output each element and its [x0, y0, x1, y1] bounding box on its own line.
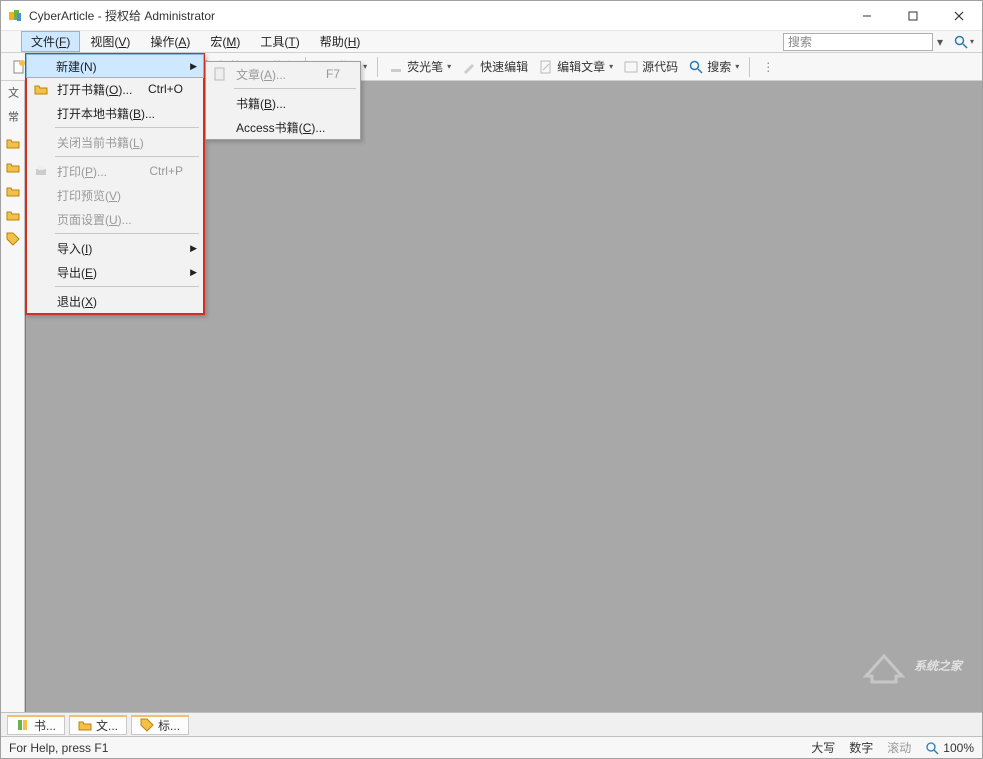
- close-button[interactable]: [936, 1, 982, 31]
- menu-separator: [55, 286, 199, 287]
- sidebar-folder-icon[interactable]: [5, 207, 21, 223]
- new-submenu: 文章(A)...F7 书籍(B)... Access书籍(C)...: [205, 61, 361, 140]
- zoom-icon: [925, 741, 939, 755]
- menu-open-local-book[interactable]: 打开本地书籍(B)...: [27, 101, 203, 125]
- status-scroll: 滚动: [887, 739, 911, 756]
- menu-separator: [55, 233, 199, 234]
- statusbar: For Help, press F1 大写 数字 滚动 100%: [1, 736, 982, 758]
- window-title: CyberArticle - 授权给 Administrator: [29, 7, 844, 24]
- separator: [377, 57, 378, 77]
- submenu-arrow-icon: ▶: [190, 61, 197, 72]
- menu-separator: [55, 156, 199, 157]
- menubar: 文件(F) 视图(V) 操作(A) 宏(M) 工具(T) 帮助(H) 搜索 ▾ …: [1, 31, 982, 53]
- magnifier-icon[interactable]: [953, 34, 969, 50]
- sidebar-tag-icon[interactable]: [5, 231, 21, 247]
- menu-page-setup: 页面设置(U)...: [27, 207, 203, 231]
- file-dropdown: 新建(N)▶ 打开书籍(O)...Ctrl+O 打开本地书籍(B)... 关闭当…: [25, 53, 205, 315]
- bottom-tab-books[interactable]: 书...: [7, 715, 65, 735]
- toolbar-editarticle-button[interactable]: 编辑文章▾: [534, 56, 617, 78]
- magnifier-dropdown-icon[interactable]: ▾: [970, 37, 974, 46]
- left-sidebar: 文 常: [1, 81, 25, 712]
- submenu-book[interactable]: 书籍(B)...: [206, 91, 360, 115]
- menu-export[interactable]: 导出(E)▶: [27, 260, 203, 284]
- open-icon: [33, 81, 49, 97]
- bottom-tabs: 书... 文... 标...: [1, 712, 982, 736]
- sidebar-folder-icon[interactable]: [5, 183, 21, 199]
- menu-tools[interactable]: 工具(T): [250, 31, 309, 52]
- status-caps: 大写: [811, 739, 835, 756]
- toolbar-highlighter-button[interactable]: 荧光笔▾: [384, 56, 455, 78]
- menu-separator: [234, 88, 356, 89]
- menu-action[interactable]: 操作(A): [140, 31, 200, 52]
- menu-open-book[interactable]: 打开书籍(O)...Ctrl+O: [27, 77, 203, 101]
- separator: [749, 57, 750, 77]
- menu-separator: [55, 127, 199, 128]
- menu-macro[interactable]: 宏(M): [200, 31, 250, 52]
- toolbar-overflow-icon[interactable]: ⋮: [756, 56, 780, 78]
- bottom-tab-docs[interactable]: 文...: [69, 715, 127, 735]
- submenu-access-book[interactable]: Access书籍(C)...: [206, 115, 360, 139]
- menubar-search-input[interactable]: 搜索: [783, 33, 933, 51]
- status-help-text: For Help, press F1: [9, 741, 797, 755]
- menu-exit[interactable]: 退出(X): [27, 289, 203, 313]
- menu-import[interactable]: 导入(I)▶: [27, 236, 203, 260]
- app-window: CyberArticle - 授权给 Administrator 文件(F) 视…: [0, 0, 983, 759]
- sidebar-label-icon[interactable]: 常: [5, 111, 21, 127]
- sidebar-folder-icon[interactable]: [5, 159, 21, 175]
- print-icon: [33, 163, 49, 179]
- menu-new[interactable]: 新建(N)▶: [26, 54, 204, 78]
- submenu-arrow-icon: ▶: [190, 243, 197, 254]
- app-icon: [7, 8, 23, 24]
- sidebar-label-icon[interactable]: 文: [5, 87, 21, 103]
- submenu-article: 文章(A)...F7: [206, 62, 360, 86]
- menu-print-preview: 打印预览(V): [27, 183, 203, 207]
- menu-file[interactable]: 文件(F): [21, 31, 80, 52]
- menu-close-book: 关闭当前书籍(L): [27, 130, 203, 154]
- submenu-arrow-icon: ▶: [190, 267, 197, 278]
- window-buttons: [844, 1, 982, 31]
- minimize-button[interactable]: [844, 1, 890, 31]
- status-num: 数字: [849, 739, 873, 756]
- search-dropdown-icon[interactable]: ▾: [933, 33, 947, 51]
- toolbar-quickedit-button[interactable]: 快速编辑: [457, 56, 532, 78]
- status-zoom[interactable]: 100%: [925, 741, 974, 755]
- menu-print: 打印(P)...Ctrl+P: [27, 159, 203, 183]
- bottom-tab-tags[interactable]: 标...: [131, 715, 189, 735]
- menu-view[interactable]: 视图(V): [80, 31, 140, 52]
- menu-help[interactable]: 帮助(H): [310, 31, 371, 52]
- sidebar-folder-icon[interactable]: [5, 135, 21, 151]
- toolbar-search-button[interactable]: 搜索▾: [684, 56, 743, 78]
- doc-icon: [212, 66, 228, 82]
- toolbar-source-button[interactable]: 源代码: [619, 56, 682, 78]
- maximize-button[interactable]: [890, 1, 936, 31]
- titlebar: CyberArticle - 授权给 Administrator: [1, 1, 982, 31]
